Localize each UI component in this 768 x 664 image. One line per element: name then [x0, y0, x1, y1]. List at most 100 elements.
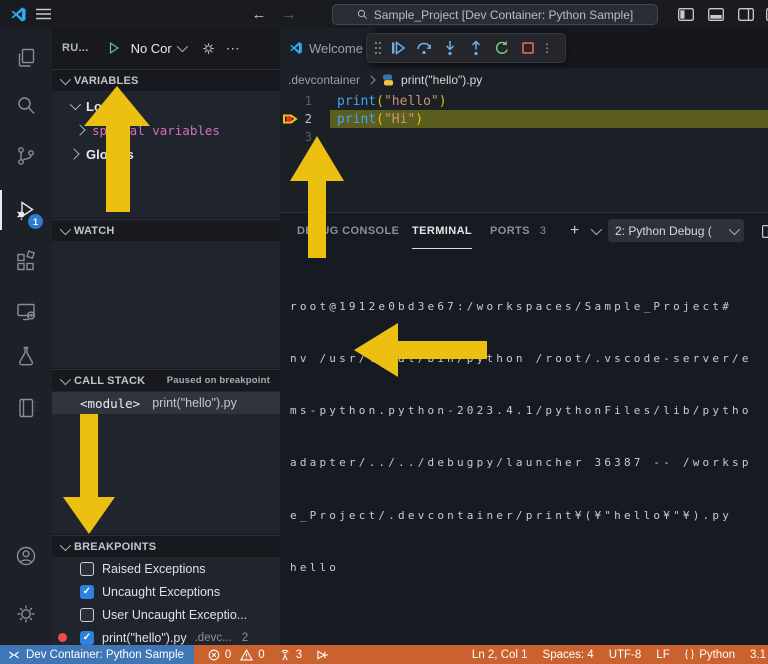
checkbox-unchecked[interactable]: [80, 607, 94, 622]
terminal-line: nv /usr/local/bin/python /root/.vscode-s…: [290, 352, 752, 366]
sidebar-title: RU...: [62, 42, 89, 54]
eol-sequence[interactable]: LF: [656, 649, 669, 661]
command-center-search[interactable]: Sample_Project [Dev Container: Python Sa…: [332, 4, 658, 25]
checkbox-checked[interactable]: ✓: [80, 584, 94, 599]
breakpoint-row-raised-exceptions[interactable]: Raised Exceptions: [52, 557, 280, 580]
tab-terminal[interactable]: TERMINAL: [412, 213, 473, 249]
terminal-session-select[interactable]: 2: Python Debug (: [608, 219, 744, 242]
step-into-button[interactable]: [437, 35, 463, 61]
menu-hamburger-icon[interactable]: [32, 0, 54, 28]
breakpoint-row-file[interactable]: ✓ print("hello").py .devc... 2: [52, 626, 280, 645]
error-icon: [208, 649, 220, 661]
bottom-panel: DEBUG CONSOLE TERMINAL PORTS 3 + 2: Pyth…: [280, 212, 768, 646]
breakpoints-body: Raised Exceptions ✓ Uncaught Exceptions …: [52, 557, 280, 645]
variables-title: VARIABLES: [74, 74, 139, 87]
braces-icon: { }: [684, 649, 695, 660]
step-out-button[interactable]: [463, 35, 489, 61]
status-bar: Dev Container: Python Sample 0 0 3 Ln 2,…: [0, 645, 768, 664]
indentation[interactable]: Spaces: 4: [543, 649, 594, 661]
toggle-secondary-sidebar-icon[interactable]: [734, 0, 758, 28]
remote-indicator[interactable]: Dev Container: Python Sample: [0, 645, 194, 664]
restart-button[interactable]: [489, 35, 515, 61]
breakpoints-section-header[interactable]: BREAKPOINTS: [52, 535, 280, 557]
tab-label: Welcome: [309, 40, 363, 56]
toolbar-grip-icon[interactable]: [371, 35, 385, 61]
terminal-output[interactable]: root@1912e0bd3e67:/workspaces/Sample_Pro…: [290, 263, 768, 611]
tab-ports[interactable]: PORTS 3: [490, 213, 546, 248]
new-terminal-dropdown-icon[interactable]: [590, 223, 603, 236]
tab-welcome[interactable]: Welcome: [280, 28, 375, 68]
code-line-2-current[interactable]: 2 print("Hi"): [280, 110, 768, 128]
breakpoint-row-uncaught-exceptions[interactable]: ✓ Uncaught Exceptions: [52, 580, 280, 603]
variables-body: Locals special variables Globals: [52, 91, 280, 218]
step-over-button[interactable]: [411, 35, 437, 61]
breadcrumb[interactable]: .devcontainer print("hello").py: [280, 68, 768, 92]
search-sidebar-icon[interactable]: [14, 94, 38, 118]
breakpoint-dot-icon: [58, 633, 67, 642]
debug-session-icon: [316, 649, 329, 661]
python-version[interactable]: 3.1: [750, 649, 766, 661]
debug-sidebar: RU... No Cor ⋯ VARIABLES Locals special …: [52, 28, 280, 645]
breakpoint-row-user-uncaught[interactable]: User Uncaught Exceptio...: [52, 603, 280, 626]
breadcrumb-file[interactable]: print("hello").py: [401, 73, 482, 87]
problems-indicator[interactable]: 0 0: [208, 645, 265, 664]
notebook-icon[interactable]: [14, 396, 38, 420]
call-stack-frame-row[interactable]: <module> print("hello").py: [52, 392, 280, 414]
vscode-logo-icon: [8, 0, 28, 28]
vscode-window: ← → Sample_Project [Dev Container: Pytho…: [0, 0, 768, 664]
debug-settings-gear-icon[interactable]: [201, 41, 216, 56]
account-icon[interactable]: [14, 544, 38, 568]
debug-config-label: No Cor: [130, 40, 172, 56]
watch-body: [52, 241, 280, 368]
split-terminal-icon[interactable]: [762, 225, 768, 238]
checkbox-unchecked[interactable]: [80, 561, 94, 576]
new-terminal-button[interactable]: +: [570, 213, 580, 248]
toolbar-more-icon[interactable]: ⋮: [541, 35, 553, 61]
remote-explorer-icon[interactable]: [14, 300, 38, 324]
code-line-1[interactable]: 1 print("hello"): [280, 92, 768, 110]
variables-special-variables[interactable]: special variables: [52, 118, 280, 142]
toggle-panel-icon[interactable]: [704, 0, 728, 28]
start-debug-icon[interactable]: [107, 41, 121, 55]
testing-icon[interactable]: [14, 344, 38, 368]
code-line-3[interactable]: 3: [280, 128, 768, 146]
chevron-down-icon: [176, 40, 188, 53]
settings-gear-icon[interactable]: [14, 602, 38, 626]
language-mode[interactable]: { } Python: [685, 649, 735, 661]
breadcrumb-folder[interactable]: .devcontainer: [288, 73, 360, 87]
watch-section-header[interactable]: WATCH: [52, 219, 280, 241]
more-actions-icon[interactable]: ⋯: [226, 40, 241, 57]
breakpoints-title: BREAKPOINTS: [74, 540, 157, 553]
call-stack-status: Paused on breakpoint: [166, 375, 270, 386]
back-button[interactable]: ←: [248, 0, 270, 28]
activity-bar: 1: [0, 28, 53, 645]
debug-badge: 1: [28, 214, 43, 229]
editor-group: Welcome ⋮ .devcontainer print("hello").p…: [280, 28, 768, 646]
tab-debug-console[interactable]: DEBUG CONSOLE: [297, 213, 399, 248]
customize-layout-icon[interactable]: [762, 0, 768, 28]
variables-scope-globals[interactable]: Globals: [52, 142, 280, 166]
terminal-line: adapter/../../debugpy/launcher 36387 -- …: [290, 456, 752, 470]
explorer-icon[interactable]: [14, 46, 38, 70]
stop-button[interactable]: [515, 35, 541, 61]
variables-section-header[interactable]: VARIABLES: [52, 69, 280, 91]
cursor-position[interactable]: Ln 2, Col 1: [472, 649, 528, 661]
chevron-down-icon: [728, 223, 741, 235]
call-stack-section-header[interactable]: CALL STACK Paused on breakpoint: [52, 369, 280, 391]
encoding[interactable]: UTF-8: [609, 649, 642, 661]
toggle-sidebar-icon[interactable]: [674, 0, 698, 28]
chevron-down-icon: [69, 98, 82, 111]
debug-config-dropdown[interactable]: No Cor: [130, 40, 188, 56]
terminal-line: root@1912e0bd3e67:/workspaces/Sample_Pro…: [290, 299, 733, 313]
ports-indicator[interactable]: 3: [279, 645, 302, 664]
debug-session-indicator[interactable]: [316, 645, 329, 664]
extensions-icon[interactable]: [14, 250, 38, 274]
source-control-icon[interactable]: [14, 144, 38, 168]
checkbox-checked[interactable]: ✓: [80, 630, 94, 645]
continue-button[interactable]: [385, 35, 411, 61]
chevron-down-icon: [59, 373, 72, 385]
variables-scope-locals[interactable]: Locals: [52, 94, 280, 118]
watch-title: WATCH: [74, 224, 115, 237]
forward-button[interactable]: →: [278, 0, 300, 28]
editor-tab-strip: Welcome ⋮: [280, 28, 768, 68]
